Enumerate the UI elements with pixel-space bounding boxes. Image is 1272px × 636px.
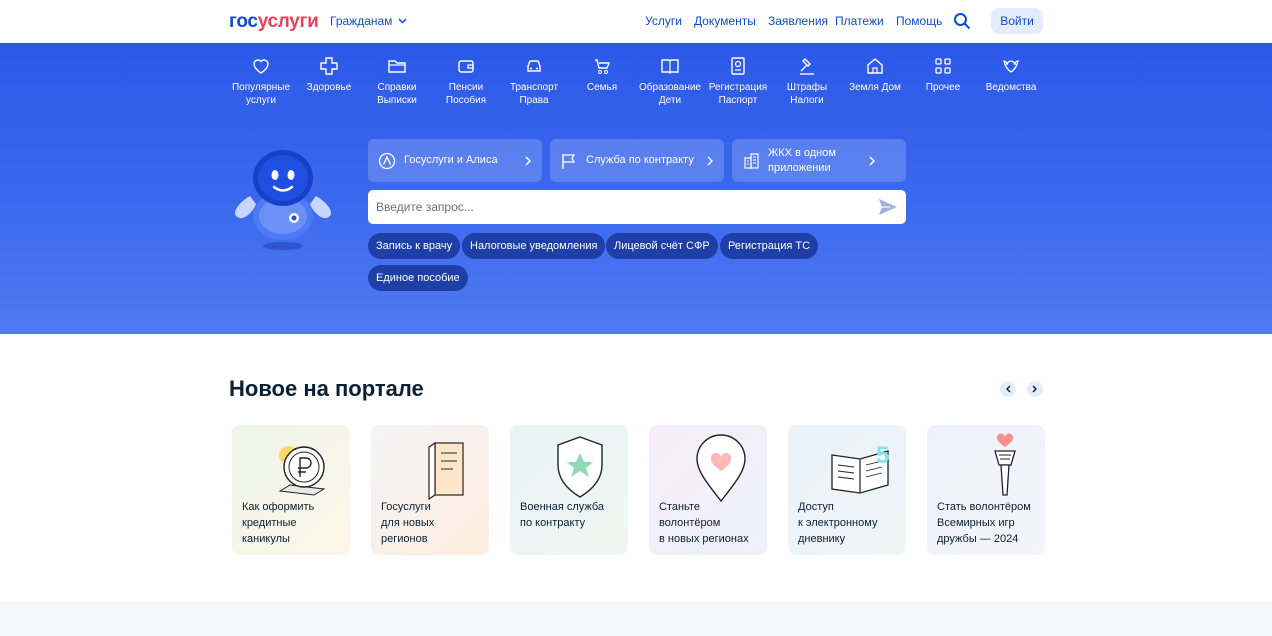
chip-vehicle-registration[interactable]: Регистрация ТС xyxy=(720,233,819,259)
chevron-down-icon xyxy=(398,18,407,24)
promo-housing-app[interactable]: ЖКХ в одном приложении xyxy=(732,139,906,182)
category-fines[interactable]: Штрафы Налоги xyxy=(773,56,841,107)
news-card-volunteer-regions[interactable]: Станьте волонтёром в новых регионах xyxy=(649,425,767,555)
footer-section-start xyxy=(0,601,1272,636)
gosuslugi-logo[interactable]: госуслуги xyxy=(229,11,319,33)
chip-tax-notices[interactable]: Налоговые уведомления xyxy=(462,233,606,259)
heart-pin-icon xyxy=(696,434,746,503)
category-health[interactable]: Здоровье xyxy=(295,56,363,94)
category-transport[interactable]: Транспорт Права xyxy=(500,56,568,107)
chip-doctor-appointment[interactable]: Запись к врачу xyxy=(368,233,461,259)
logo-part-uslugi: услуги xyxy=(257,11,319,32)
promo-label: Служба по контракту xyxy=(586,154,694,166)
promo-contract-service[interactable]: Служба по контракту xyxy=(550,139,724,182)
category-family[interactable]: Семья xyxy=(568,56,636,94)
category-label: Здоровье xyxy=(306,82,352,93)
svg-text:5: 5 xyxy=(876,442,889,469)
heart-icon xyxy=(253,59,269,74)
category-certificates[interactable]: Справки Выписки xyxy=(363,56,431,107)
chip-unified-allowance[interactable]: Единое пособие xyxy=(368,265,468,291)
nav-applications[interactable]: Заявления xyxy=(768,14,828,28)
news-card-text: Доступ к электронному дневнику xyxy=(798,501,878,545)
category-education[interactable]: Образование Дети xyxy=(636,56,704,107)
chevron-right-icon xyxy=(525,156,531,165)
flag-icon xyxy=(562,153,576,169)
category-label: Транспорт Права xyxy=(509,82,559,106)
nav-documents[interactable]: Документы xyxy=(694,14,756,28)
login-button[interactable]: Войти xyxy=(991,8,1043,34)
stroller-icon xyxy=(595,59,611,74)
news-card-text: Как оформить кредитные каникулы xyxy=(242,501,315,545)
car-icon xyxy=(527,60,541,72)
plus-cross-icon xyxy=(320,57,338,75)
audience-label: Гражданам xyxy=(330,14,393,28)
category-label: Популярные услуги xyxy=(231,82,291,106)
news-card-e-diary[interactable]: 5 Доступ к электронному дневнику xyxy=(788,425,906,555)
category-label: Образование Дети xyxy=(639,82,701,106)
chevron-right-icon xyxy=(1032,385,1037,393)
top-header: госуслуги Гражданам Услуги Документы Зая… xyxy=(0,0,1272,43)
nav-services[interactable]: Услуги xyxy=(645,14,682,28)
promo-label: Госуслуги и Алиса xyxy=(404,154,498,166)
news-card-credit-holidays[interactable]: Как оформить кредитные каникулы xyxy=(232,425,350,555)
hero-banner: Популярные услуги Здоровье Справки Выпис… xyxy=(0,43,1272,334)
category-label: Справки Выписки xyxy=(377,82,417,106)
category-label: Земля Дом xyxy=(849,82,901,93)
alice-icon xyxy=(378,152,396,169)
book-icon xyxy=(661,59,679,74)
torch-icon xyxy=(994,433,1016,496)
category-label: Штрафы Налоги xyxy=(786,82,828,106)
chevron-right-icon xyxy=(869,156,875,165)
category-label: Ведомства xyxy=(985,82,1037,93)
grid-icon xyxy=(935,58,951,74)
folder-icon xyxy=(388,60,406,73)
open-book-icon: 5 xyxy=(831,442,889,494)
carousel-next-button[interactable] xyxy=(1027,381,1043,397)
audience-dropdown[interactable]: Гражданам xyxy=(330,14,407,28)
news-card-text: Стать волонтёром Всемирных игр дружбы — … xyxy=(937,501,1031,545)
search-input[interactable] xyxy=(368,190,868,224)
ruble-coin-icon xyxy=(278,446,326,496)
door-icon xyxy=(428,441,464,501)
category-label: Прочее xyxy=(925,82,961,93)
section-title: Новое на портале xyxy=(229,376,424,401)
news-card-new-regions[interactable]: Госуслуги для новых регионов xyxy=(371,425,489,555)
chevron-left-icon xyxy=(1006,385,1011,393)
chip-sfr-account[interactable]: Лицевой счёт СФР xyxy=(606,233,718,259)
news-card-military-service[interactable]: Военная служба по контракту xyxy=(510,425,628,555)
category-agencies[interactable]: Ведомства xyxy=(977,56,1045,94)
send-icon[interactable] xyxy=(878,198,898,216)
gavel-icon xyxy=(800,58,814,75)
passport-icon xyxy=(731,57,745,75)
chevron-right-icon xyxy=(707,156,713,165)
category-pensions[interactable]: Пенсии Пособия xyxy=(432,56,500,107)
category-registration[interactable]: Регистрация Паспорт xyxy=(704,56,772,107)
emblem-icon xyxy=(1003,60,1019,73)
category-popular[interactable]: Популярные услуги xyxy=(227,56,295,107)
news-card-text: Военная служба по контракту xyxy=(520,501,605,529)
logo-part-gos: гос xyxy=(229,11,258,32)
category-land[interactable]: Земля Дом xyxy=(841,56,909,94)
house-icon xyxy=(867,58,883,74)
news-card-text: Госуслуги для новых регионов xyxy=(381,501,435,545)
carousel-prev-button[interactable] xyxy=(1000,381,1016,397)
robot-mascot-image xyxy=(235,150,331,250)
category-label: Пенсии Пособия xyxy=(445,82,487,106)
news-card-friendship-games[interactable]: Стать волонтёром Всемирных игр дружбы — … xyxy=(927,425,1045,555)
category-label: Регистрация Паспорт xyxy=(708,82,768,106)
news-card-text: Станьте волонтёром в новых регионах xyxy=(659,501,749,545)
search-box xyxy=(368,190,906,224)
shield-star-icon xyxy=(557,436,603,498)
nav-help[interactable]: Помощь xyxy=(896,14,942,28)
nav-payments[interactable]: Платежи xyxy=(835,14,884,28)
search-icon[interactable] xyxy=(953,12,971,30)
category-other[interactable]: Прочее xyxy=(909,56,977,94)
building-icon xyxy=(744,152,759,169)
wallet-icon xyxy=(458,60,474,73)
promo-label: ЖКХ в одном приложении xyxy=(768,146,836,174)
promo-alice[interactable]: Госуслуги и Алиса xyxy=(368,139,542,182)
category-label: Семья xyxy=(586,82,618,93)
